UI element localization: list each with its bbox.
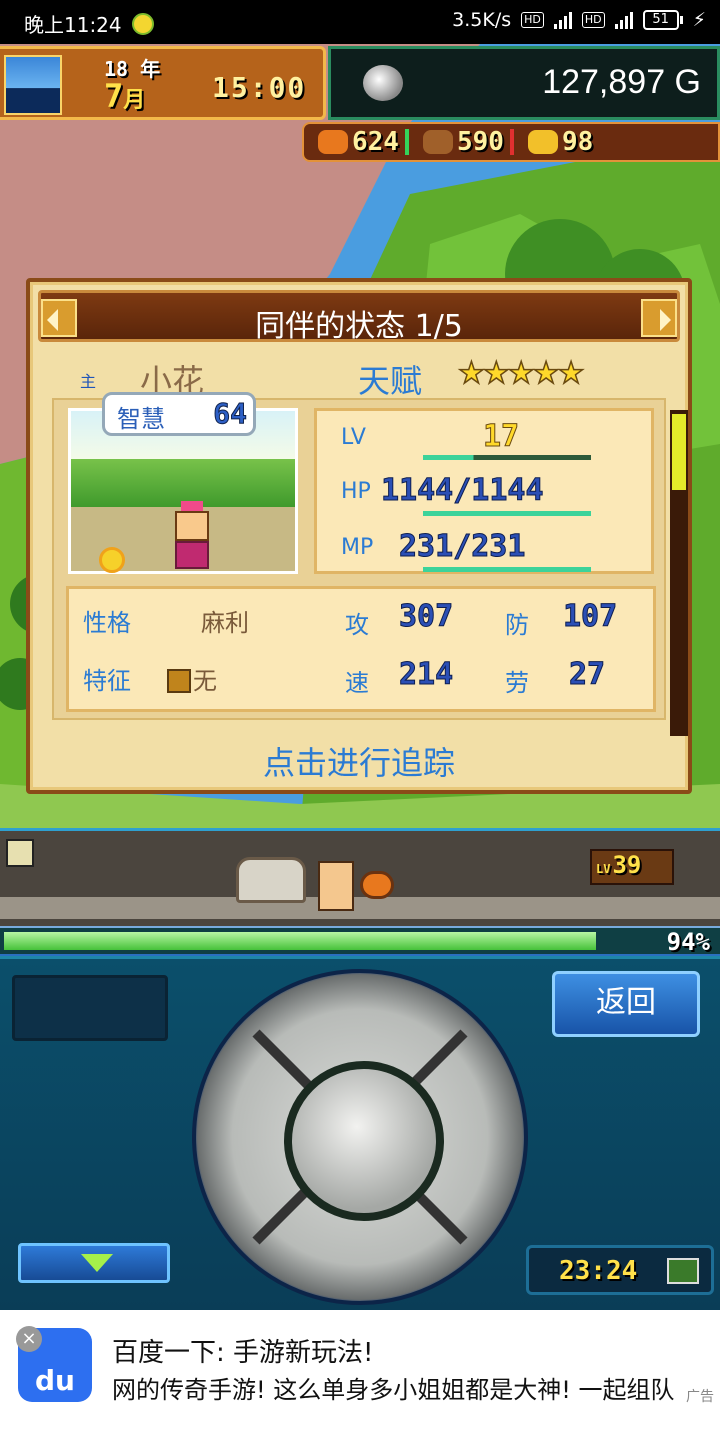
game-clock: 23:24 — [526, 1245, 714, 1295]
money-bag-icon — [363, 65, 403, 101]
wagon-sprite — [236, 857, 306, 903]
trait-label: 特征 — [83, 667, 131, 695]
status-bar: 晚上11:24 3.5K/s HD HD 51 ⚡ — [0, 0, 720, 44]
info-panel: 智慧 64 LV 17 HP 1144/1144 MP 231/231 性格 麻… — [52, 392, 666, 720]
collapse-down-button[interactable] — [18, 1243, 170, 1283]
ad-close-button[interactable]: × — [16, 1326, 42, 1352]
atk-label: 攻 — [345, 611, 369, 639]
mp-label: MP — [341, 535, 374, 560]
charging-icon: ⚡ — [692, 9, 706, 31]
resource-divider — [599, 129, 604, 155]
spd-label: 速 — [345, 669, 369, 697]
money-panel[interactable]: 127,897 G — [328, 46, 720, 120]
month-value: 7 — [104, 77, 124, 115]
trait-value: 无 — [193, 667, 217, 695]
hp-label: HP — [341, 479, 371, 504]
hp-value: 1144/1144 — [381, 473, 545, 509]
labor-value: 27 — [568, 657, 606, 693]
resource-1: 590 — [409, 127, 514, 157]
status-time: 晚上11:24 — [24, 13, 122, 37]
game-screen[interactable]: 18 年 7月 15:00 127,897 G 624 590 98 同伴的状态 1… — [0, 44, 720, 1310]
back-button[interactable]: 返回 — [552, 971, 700, 1037]
app-notification-icon — [131, 12, 154, 35]
mp-value: 231/231 — [398, 529, 526, 565]
dpad-center-button[interactable] — [284, 1061, 444, 1221]
companion-sprite — [175, 501, 209, 571]
month-unit: 月 — [123, 88, 146, 113]
def-value: 107 — [562, 599, 618, 635]
personality-label: 性格 — [83, 609, 131, 637]
ad-banner[interactable]: du × 百度一下: 手游新玩法! 网的传奇手游! 这么单身多小姐姐都是大神! … — [0, 1310, 720, 1410]
wisdom-label: 智慧 — [117, 405, 165, 433]
level-sign-prefix: LV — [596, 862, 611, 876]
journey-progress-text: 94% — [666, 928, 710, 956]
hd-badge: HD — [521, 12, 544, 28]
talent-label: 天赋 — [358, 362, 423, 400]
personality-value: 麻利 — [201, 609, 249, 637]
spd-value: 214 — [398, 657, 454, 693]
level-sign-value: 39 — [612, 851, 642, 879]
date-panel[interactable]: 18 年 7月 15:00 — [0, 46, 326, 120]
dpad[interactable] — [192, 969, 528, 1305]
level-hp-mp-box: LV 17 HP 1144/1144 MP 231/231 — [314, 408, 654, 574]
hp-bar — [423, 511, 591, 516]
mp-row: MP 231/231 — [341, 529, 651, 572]
talent-stars: ★★★★★ — [457, 355, 585, 392]
resource-bar[interactable]: 624 590 98 — [302, 122, 720, 162]
ore-icon — [527, 130, 558, 154]
attributes-box: 性格 麻利 攻 307 防 107 特征 无 速 214 劳 27 — [66, 586, 656, 712]
battery-level: 51 — [642, 10, 679, 30]
travel-road: LV39 — [0, 828, 720, 928]
battery-charge-icon — [667, 1258, 699, 1284]
labor-label: 劳 — [505, 669, 529, 697]
walker-icon[interactable] — [6, 839, 34, 867]
track-companion-link[interactable]: 点击进行追踪 — [30, 738, 688, 784]
dialog-header: 同伴的状态 1/5 — [38, 290, 680, 344]
atk-value: 307 — [398, 599, 454, 635]
next-companion-arrow[interactable] — [641, 299, 677, 337]
level-sign: LV39 — [590, 849, 674, 885]
wisdom-value: 64 — [213, 397, 248, 431]
mp-bar — [423, 567, 591, 572]
flower-icon — [99, 547, 125, 573]
game-time: 15:00 — [212, 71, 307, 104]
battery-icon: 51 — [642, 10, 683, 30]
dialog-scrollbar[interactable] — [670, 410, 688, 736]
resource-value: 590 — [456, 127, 504, 157]
hp-row: HP 1144/1144 — [341, 473, 651, 516]
ad-subtitle[interactable]: 网的传奇手游! 这么单身多小姐姐都是大神! 一起组队 — [112, 1370, 700, 1405]
hero-sprite — [318, 861, 354, 911]
ad-title[interactable]: 百度一下: 手游新玩法! — [112, 1332, 373, 1369]
network-speed: 3.5K/s — [452, 9, 512, 31]
trait-icon — [167, 669, 191, 693]
main-tag: 主 — [80, 372, 97, 391]
wood-icon — [422, 130, 453, 154]
lv-value: 17 — [482, 419, 520, 455]
controller-panel: 返回 23:24 — [0, 956, 720, 1310]
resource-0: 624 — [304, 127, 409, 157]
meat-icon — [318, 130, 348, 154]
lv-label: LV — [341, 425, 366, 450]
companion-status-dialog: 同伴的状态 1/5 主 小花 天赋 ★★★★★ 智慧 64 LV 17 HP 1… — [26, 278, 692, 794]
resource-value: 624 — [352, 127, 399, 157]
resource-2: 98 — [514, 127, 604, 157]
def-label: 防 — [505, 611, 529, 639]
wisdom-bubble: 智慧 64 — [102, 392, 256, 436]
signal-icon-2 — [614, 11, 633, 29]
clock-time: 23:24 — [559, 1256, 638, 1286]
meat-icon — [360, 871, 394, 899]
signal-icon — [553, 11, 572, 29]
lv-row: LV 17 — [341, 419, 641, 460]
ad-label: 广告 — [686, 1389, 714, 1405]
empty-slot — [12, 975, 168, 1041]
journey-progress-fill — [4, 932, 597, 950]
season-icon — [4, 55, 62, 115]
hd-badge-2: HD — [581, 12, 605, 28]
journey-progress-bar: 94% — [0, 926, 720, 956]
scrollbar-thumb[interactable] — [672, 414, 686, 490]
lv-progress-bar — [423, 455, 591, 460]
money-amount: 127,897 G — [542, 63, 701, 101]
dialog-title: 同伴的状态 1/5 — [255, 309, 463, 344]
resource-value: 98 — [561, 127, 594, 157]
